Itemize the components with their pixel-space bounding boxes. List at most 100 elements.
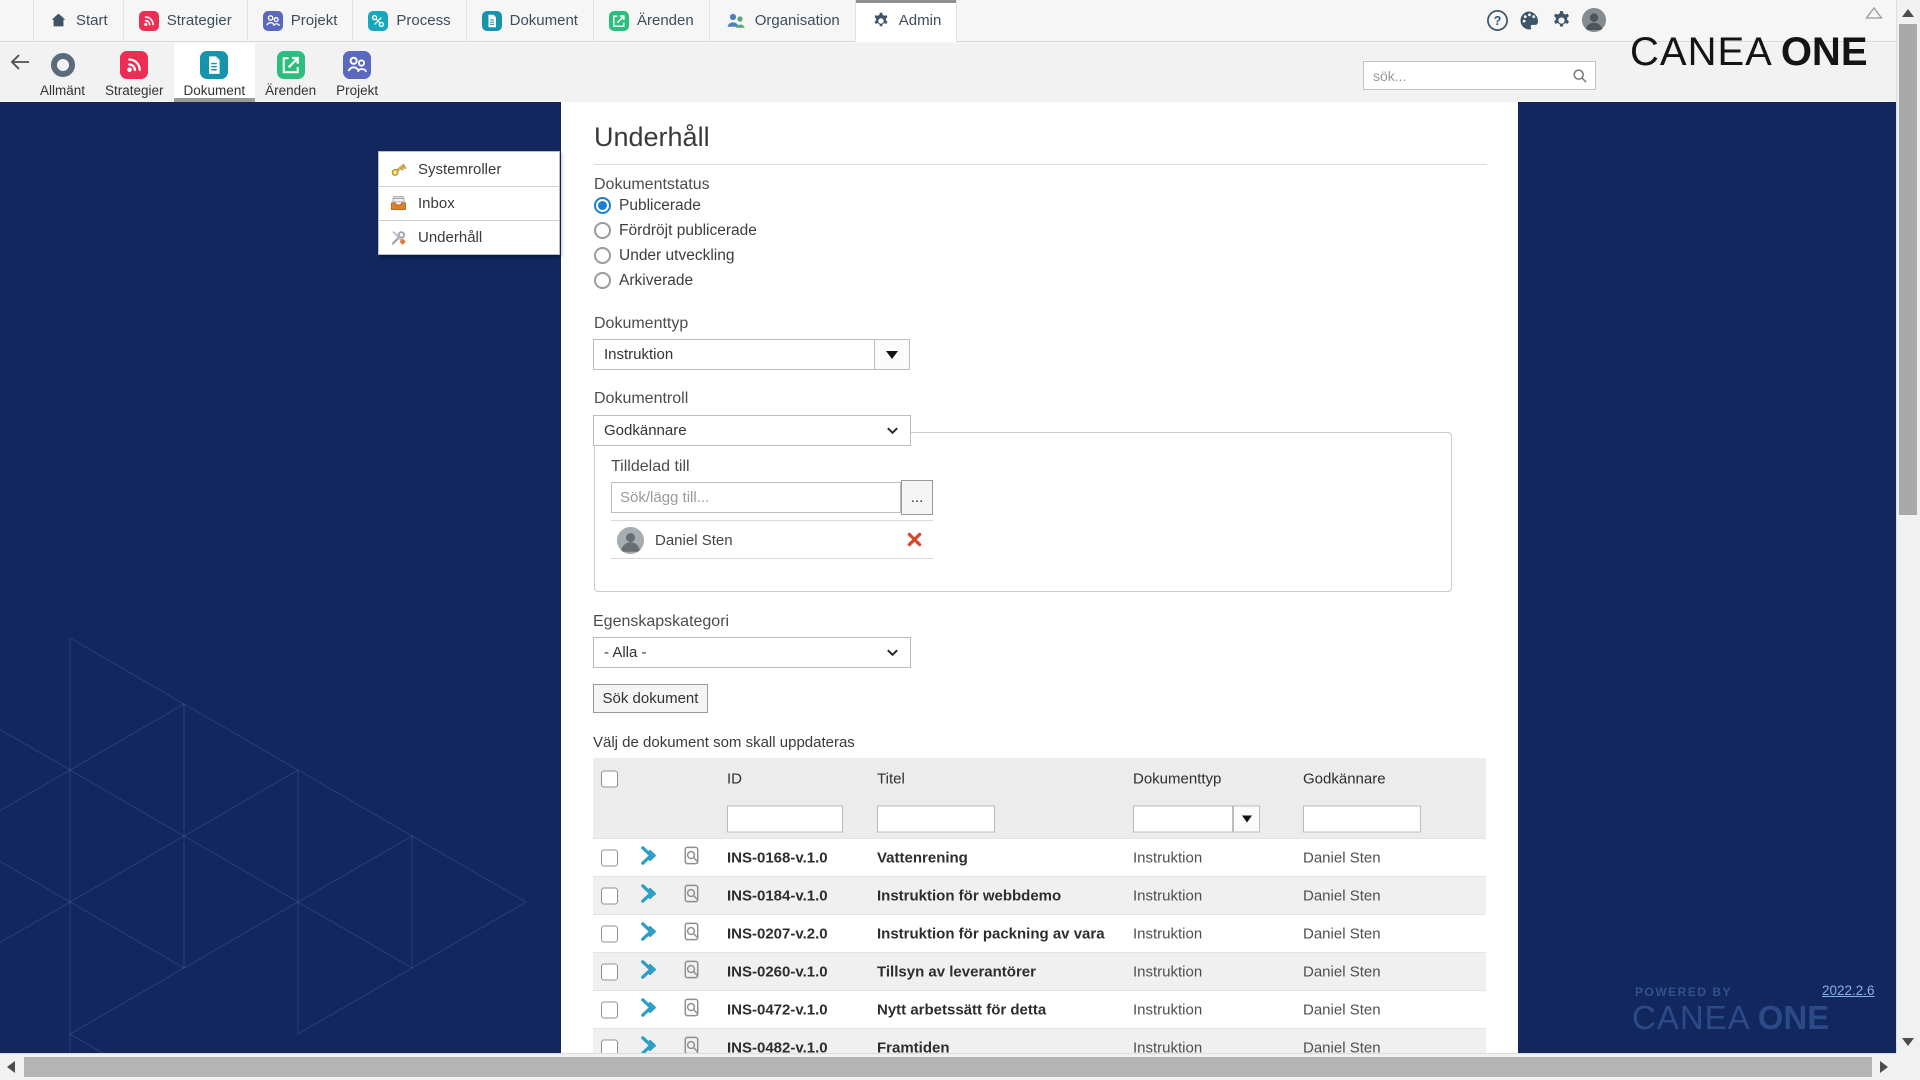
radio-publicerade[interactable]: Publicerade (594, 197, 757, 214)
scroll-left-arrow-icon[interactable] (7, 1061, 15, 1073)
process-icon (368, 11, 388, 31)
dokumenttyp-dropdown-button[interactable] (874, 339, 910, 370)
menu-item-inbox[interactable]: Inbox (379, 186, 559, 220)
module-strategier[interactable]: Strategier (95, 43, 174, 102)
open-document-arrow-icon[interactable] (638, 1035, 659, 1054)
remove-assignee-icon[interactable] (907, 532, 922, 547)
table-body: INS-0168-v.1.0 Vattenrening Instruktion … (593, 838, 1486, 1053)
row-checkbox[interactable] (601, 925, 618, 942)
module-arenden[interactable]: Ärenden (255, 43, 326, 102)
radio-button[interactable] (594, 197, 611, 214)
main-navigation-tabbar: Start Strategier Projekt (0, 0, 1896, 42)
tools-icon (389, 228, 408, 247)
tab-process[interactable]: Process (352, 0, 465, 41)
assignee-browse-button[interactable]: ... (901, 480, 933, 515)
tab-start[interactable]: Start (33, 0, 123, 41)
egenskapskategori-label: Egenskapskategori (593, 613, 729, 631)
open-document-arrow-icon[interactable] (638, 959, 659, 985)
module-projekt[interactable]: Projekt (326, 43, 388, 102)
row-checkbox[interactable] (601, 1039, 618, 1053)
document-table: ID Titel Dokumenttyp Godkännare (593, 758, 1486, 1053)
gear-icon (871, 11, 891, 31)
vertical-scrollbar-thumb[interactable] (1899, 24, 1917, 515)
radio-arkiverade[interactable]: Arkiverade (594, 272, 757, 289)
horizontal-scrollbar-thumb[interactable] (24, 1057, 1872, 1077)
tab-admin[interactable]: Admin (855, 0, 958, 41)
module-dokument[interactable]: Dokument (174, 43, 256, 102)
open-document-arrow-icon[interactable] (638, 883, 659, 909)
sok-dokument-button[interactable]: Sök dokument (593, 684, 708, 713)
row-checkbox[interactable] (601, 1001, 618, 1018)
collapse-header-icon[interactable] (1864, 6, 1884, 20)
preview-document-icon[interactable] (681, 997, 702, 1023)
filter-godkannare-input[interactable] (1303, 806, 1421, 833)
radio-button[interactable] (594, 272, 611, 289)
preview-document-icon[interactable] (681, 883, 702, 909)
menu-item-systemroller[interactable]: Systemroller (379, 152, 559, 186)
help-icon[interactable]: ? (1486, 9, 1509, 32)
radio-under-utveckling[interactable]: Under utveckling (594, 247, 757, 264)
organisation-icon (725, 11, 747, 31)
scroll-down-arrow-icon[interactable] (1902, 1038, 1914, 1046)
module-allmant[interactable]: Allmänt (30, 43, 95, 102)
preview-document-icon[interactable] (681, 959, 702, 985)
radio-button[interactable] (594, 222, 611, 239)
global-search-box[interactable] (1363, 61, 1596, 90)
dropdown-triangle-icon (886, 351, 898, 359)
version-link[interactable]: 2022.2.6 (1822, 983, 1875, 998)
column-header-godkannare[interactable]: Godkännare (1303, 771, 1386, 788)
gear-icon[interactable] (1550, 9, 1573, 32)
radio-fordrojt-publicerade[interactable]: Fördröjt publicerade (594, 222, 757, 239)
preview-document-icon[interactable] (681, 1035, 702, 1054)
back-arrow-icon[interactable] (8, 50, 32, 74)
filter-dokumenttyp-dropdown-button[interactable] (1233, 806, 1260, 833)
tilldelad-till-search-input[interactable] (611, 482, 901, 513)
row-checkbox[interactable] (601, 887, 618, 904)
chevron-down-icon (885, 645, 900, 660)
scroll-right-arrow-icon[interactable] (1880, 1061, 1888, 1073)
arenden-icon (609, 11, 629, 31)
preview-document-icon[interactable] (681, 845, 702, 871)
filter-dokumenttyp-input[interactable] (1133, 806, 1233, 833)
filter-id-input[interactable] (727, 806, 843, 833)
radio-button[interactable] (594, 247, 611, 264)
filter-godkannare-field[interactable] (1304, 811, 1518, 828)
tab-dokument[interactable]: Dokument (466, 0, 593, 41)
dokumentroll-select[interactable]: Godkännare (593, 415, 911, 446)
title-divider (594, 164, 1487, 165)
column-header-id[interactable]: ID (727, 771, 742, 788)
key-icon (389, 160, 408, 179)
table-row: INS-0184-v.1.0 Instruktion för webbdemo … (593, 876, 1486, 914)
search-input[interactable] (1364, 68, 1571, 84)
tab-organisation[interactable]: Organisation (709, 0, 855, 41)
open-document-arrow-icon[interactable] (638, 997, 659, 1023)
egenskapskategori-select[interactable]: - Alla - (593, 637, 911, 668)
search-icon[interactable] (1571, 67, 1589, 85)
row-checkbox[interactable] (601, 849, 618, 866)
menu-item-underhall[interactable]: Underhåll (379, 220, 559, 254)
filter-titel-input[interactable] (877, 806, 995, 833)
palette-icon[interactable] (1518, 9, 1541, 32)
select-all-checkbox[interactable] (601, 771, 618, 788)
dokumenttyp-combobox[interactable]: Instruktion (593, 339, 875, 370)
assignee-name: Daniel Sten (655, 532, 733, 549)
canea-one-logo: CANEAONE (1630, 30, 1868, 75)
filter-row (593, 800, 1486, 838)
app-window: Underhåll Dokumentstatus Publicerade För… (0, 0, 1920, 1080)
tab-arenden[interactable]: Ärenden (593, 0, 709, 41)
module-tiles: Allmänt Strategier Dokument Ärenden (30, 43, 388, 102)
open-document-arrow-icon[interactable] (638, 921, 659, 947)
header-utility-icons: ? (1486, 8, 1606, 32)
row-checkbox[interactable] (601, 963, 618, 980)
column-header-titel[interactable]: Titel (877, 771, 905, 788)
assignee-separator-bottom (611, 558, 933, 559)
preview-document-icon[interactable] (681, 921, 702, 947)
tab-strategier[interactable]: Strategier (123, 0, 247, 41)
scroll-up-arrow-icon[interactable] (1902, 9, 1914, 17)
assignee-search-field[interactable] (612, 489, 900, 506)
open-document-arrow-icon[interactable] (638, 845, 659, 871)
tab-projekt[interactable]: Projekt (247, 0, 353, 41)
column-header-dokumenttyp[interactable]: Dokumenttyp (1133, 771, 1221, 788)
user-avatar[interactable] (1582, 8, 1606, 32)
filter-titel-field[interactable] (878, 811, 1093, 828)
